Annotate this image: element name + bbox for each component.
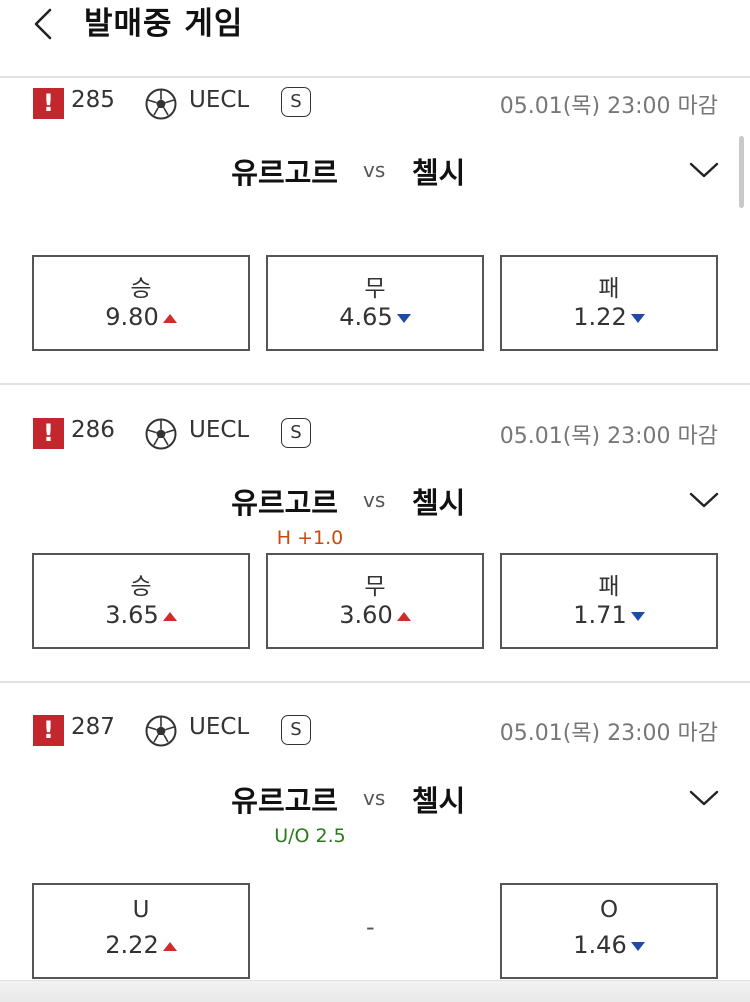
odds-label: U xyxy=(132,897,150,923)
soccer-ball-icon xyxy=(145,715,177,747)
app-header: 발매중 게임 xyxy=(0,0,750,78)
soccer-ball-icon xyxy=(145,418,177,450)
exclamation-icon: ! xyxy=(33,418,64,449)
game-number: 287 xyxy=(71,714,115,740)
trend-up-icon xyxy=(162,611,177,621)
odds-under-button[interactable]: U 2.22 xyxy=(32,883,250,979)
bottom-bar-edge xyxy=(0,980,750,1002)
odds-value: 1.22 xyxy=(573,303,627,331)
odds-label: 승 xyxy=(130,276,152,302)
trend-down-icon xyxy=(396,313,411,323)
home-team: 유르고르 xyxy=(231,486,338,520)
chevron-down-icon[interactable] xyxy=(688,788,720,808)
league-label: UECL xyxy=(189,87,250,113)
game-number: 286 xyxy=(71,417,115,443)
odds-value: 3.60 xyxy=(339,601,393,629)
home-team: 유르고르 xyxy=(231,784,338,818)
divider xyxy=(0,383,750,385)
s-badge: S xyxy=(281,87,311,117)
back-chevron-icon[interactable] xyxy=(28,4,60,44)
trend-up-icon xyxy=(396,611,411,621)
odds-lose-button[interactable]: 패 1.71 xyxy=(500,553,718,649)
vs-label: vs xyxy=(363,158,386,182)
odds-value: 4.65 xyxy=(339,303,393,331)
odds-value: 1.71 xyxy=(573,601,627,629)
home-team: 유르고르 xyxy=(231,156,338,190)
chevron-down-icon[interactable] xyxy=(688,160,720,180)
handicap-label: H +1.0 xyxy=(276,527,344,549)
deadline: 05.01(목) 23:00 마감 xyxy=(499,94,718,119)
odds-value: 1.46 xyxy=(573,931,627,959)
league-label: UECL xyxy=(189,417,250,443)
odds-label: O xyxy=(599,897,619,923)
exclamation-icon: ! xyxy=(33,715,64,746)
vs-label: vs xyxy=(363,786,386,810)
trend-down-icon xyxy=(630,313,645,323)
trend-up-icon xyxy=(162,313,177,323)
odds-value: 2.22 xyxy=(105,931,159,959)
odds-lose-button[interactable]: 패 1.22 xyxy=(500,255,718,351)
odds-value: 3.65 xyxy=(105,601,159,629)
deadline: 05.01(목) 23:00 마감 xyxy=(499,721,718,746)
away-team: 첼시 xyxy=(412,784,466,818)
league-label: UECL xyxy=(189,714,250,740)
odds-value: 9.80 xyxy=(105,303,159,331)
odds-over-button[interactable]: O 1.46 xyxy=(500,883,718,979)
away-team: 첼시 xyxy=(412,486,466,520)
game-number: 285 xyxy=(71,87,115,113)
trend-down-icon xyxy=(630,611,645,621)
vs-label: vs xyxy=(363,488,386,512)
odds-label: 무 xyxy=(364,276,386,302)
odds-draw-button[interactable]: 무 3.60 xyxy=(266,553,484,649)
odds-label: 승 xyxy=(130,574,152,600)
trend-up-icon xyxy=(162,941,177,951)
odds-label: 패 xyxy=(598,574,620,600)
away-team: 첼시 xyxy=(412,156,466,190)
soccer-ball-icon xyxy=(145,88,177,120)
page-title: 발매중 게임 xyxy=(84,6,244,42)
s-badge: S xyxy=(281,715,311,745)
odds-win-button[interactable]: 승 9.80 xyxy=(32,255,250,351)
handicap-label: U/O 2.5 xyxy=(274,825,346,847)
chevron-down-icon[interactable] xyxy=(688,490,720,510)
odds-label: 패 xyxy=(598,276,620,302)
trend-down-icon xyxy=(630,941,645,951)
divider xyxy=(0,681,750,683)
deadline: 05.01(목) 23:00 마감 xyxy=(499,424,718,449)
s-badge: S xyxy=(281,418,311,448)
odds-label: 무 xyxy=(364,574,386,600)
exclamation-icon: ! xyxy=(33,88,64,119)
scrollbar[interactable] xyxy=(739,136,744,208)
no-draw-dash: - xyxy=(366,913,375,941)
odds-draw-button[interactable]: 무 4.65 xyxy=(266,255,484,351)
odds-win-button[interactable]: 승 3.65 xyxy=(32,553,250,649)
